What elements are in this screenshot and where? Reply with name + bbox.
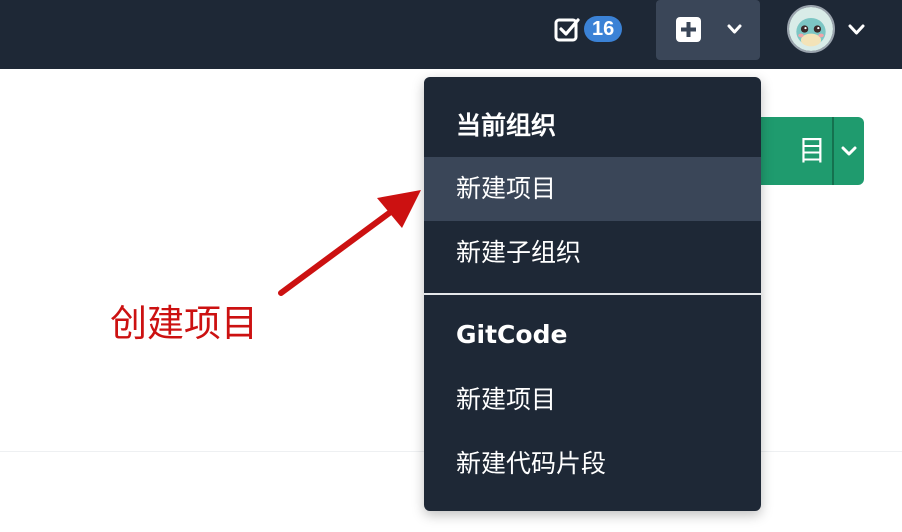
avatar-image — [789, 7, 833, 51]
todo-button[interactable]: 16 — [554, 15, 623, 43]
menu-item-new-subgroup[interactable]: 新建子组织 — [424, 221, 761, 285]
new-menu-button[interactable] — [656, 0, 760, 60]
split-divider — [832, 117, 834, 185]
menu-item-new-project[interactable]: 新建项目 — [424, 157, 761, 221]
chevron-down-icon[interactable] — [841, 145, 857, 157]
new-menu-dropdown: 当前组织 新建项目 新建子组织 GitCode 新建项目 新建代码片段 — [424, 77, 761, 511]
dropdown-header-current-group: 当前组织 — [456, 111, 557, 140]
dropdown-divider — [424, 293, 761, 295]
checkbox-icon — [554, 18, 580, 42]
menu-item-new-snippet[interactable]: 新建代码片段 — [424, 432, 761, 496]
annotation-label: 创建项目 — [110, 302, 258, 345]
dropdown-header-gitcode: GitCode — [456, 320, 568, 349]
chevron-down-icon[interactable] — [848, 23, 865, 36]
chevron-down-icon — [727, 24, 742, 34]
top-navigation-bar: 16 — [0, 0, 902, 69]
menu-item-gitcode-new-project[interactable]: 新建项目 — [424, 368, 761, 432]
user-avatar[interactable] — [787, 5, 835, 53]
todo-count-badge: 16 — [584, 16, 623, 42]
plus-square-icon — [676, 17, 701, 42]
